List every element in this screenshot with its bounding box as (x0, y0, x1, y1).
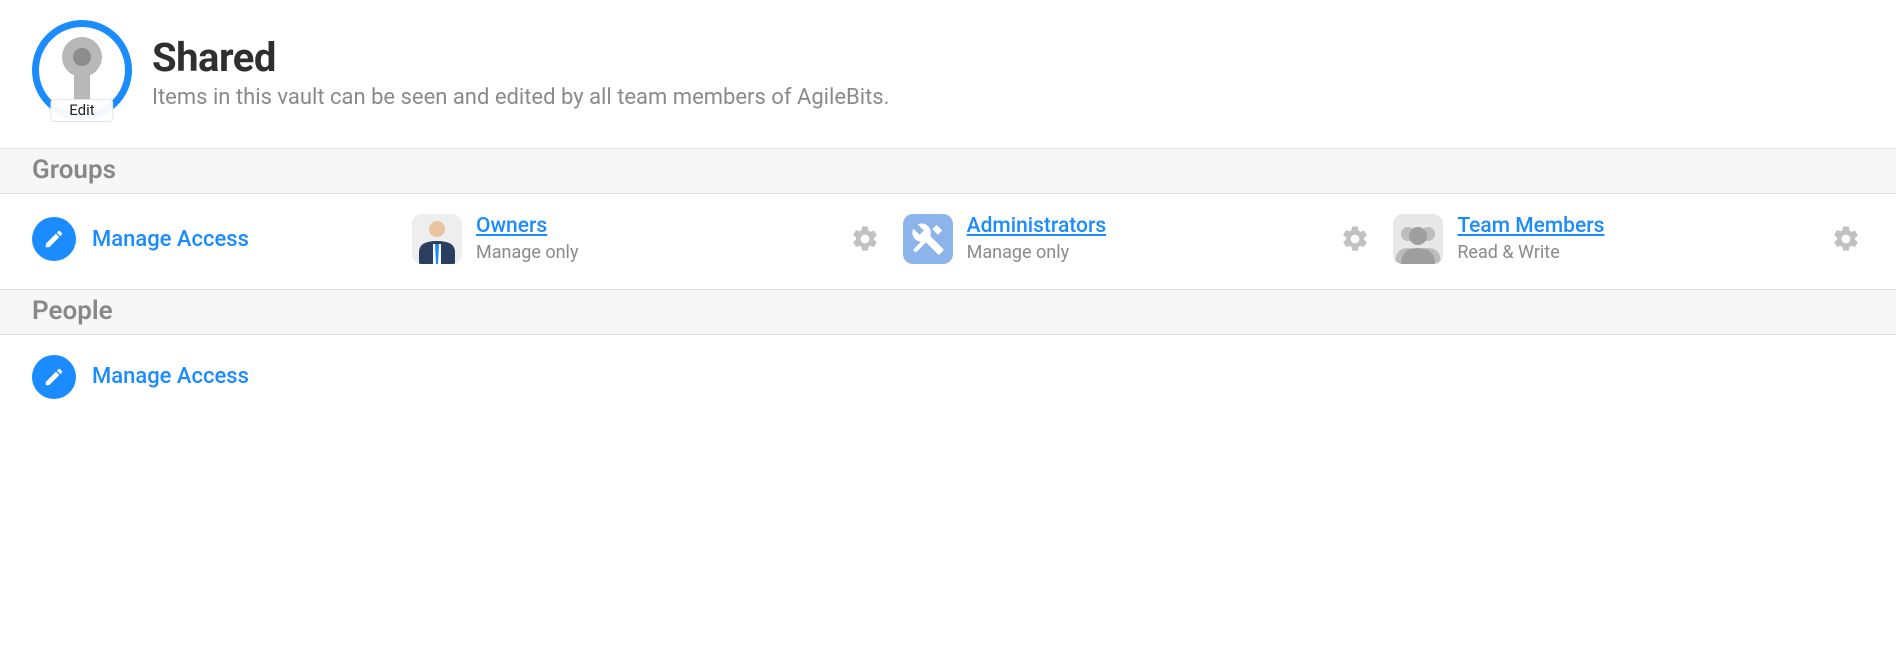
vault-description: Items in this vault can be seen and edit… (152, 84, 1864, 113)
pencil-icon (32, 355, 76, 399)
group-owners-permission: Manage only (476, 241, 833, 264)
manage-access-people[interactable]: Manage Access (32, 355, 412, 399)
group-team-members-link[interactable]: Team Members (1457, 214, 1604, 238)
vault-header-text: Shared Items in this vault can be seen a… (152, 28, 1864, 113)
group-team-members-settings[interactable] (1828, 221, 1864, 257)
team-icon (1393, 214, 1443, 264)
group-team-members: Team Members Read & Write (1393, 214, 1864, 265)
vault-icon[interactable]: Edit (32, 20, 132, 120)
group-owners-link[interactable]: Owners (476, 214, 547, 238)
vault-title: Shared (152, 36, 1864, 80)
manage-access-groups[interactable]: Manage Access (32, 217, 412, 261)
edit-vault-button[interactable]: Edit (50, 99, 113, 122)
groups-list: Owners Manage only Administrators Manage… (412, 214, 1864, 265)
group-administrators-permission: Manage only (967, 241, 1324, 264)
group-owners-settings[interactable] (847, 221, 883, 257)
vault-header: Edit Shared Items in this vault can be s… (0, 0, 1896, 148)
group-owners: Owners Manage only (412, 214, 883, 265)
gear-icon (1340, 224, 1370, 254)
group-administrators-link[interactable]: Administrators (967, 214, 1107, 238)
gear-icon (1831, 224, 1861, 254)
groups-section-header: Groups (0, 148, 1896, 194)
people-section-header: People (0, 289, 1896, 335)
manage-access-label: Manage Access (92, 364, 249, 389)
groups-section-body: Manage Access Owners Manage only (0, 194, 1896, 289)
admins-icon (903, 214, 953, 264)
pencil-svg-icon (43, 366, 65, 388)
pencil-icon (32, 217, 76, 261)
owners-icon (412, 214, 462, 264)
group-administrators: Administrators Manage only (903, 214, 1374, 265)
people-section-body: Manage Access (0, 335, 1896, 423)
gear-icon (850, 224, 880, 254)
group-team-members-permission: Read & Write (1457, 241, 1814, 264)
pencil-svg-icon (43, 228, 65, 250)
group-administrators-settings[interactable] (1337, 221, 1373, 257)
manage-access-label: Manage Access (92, 227, 249, 252)
